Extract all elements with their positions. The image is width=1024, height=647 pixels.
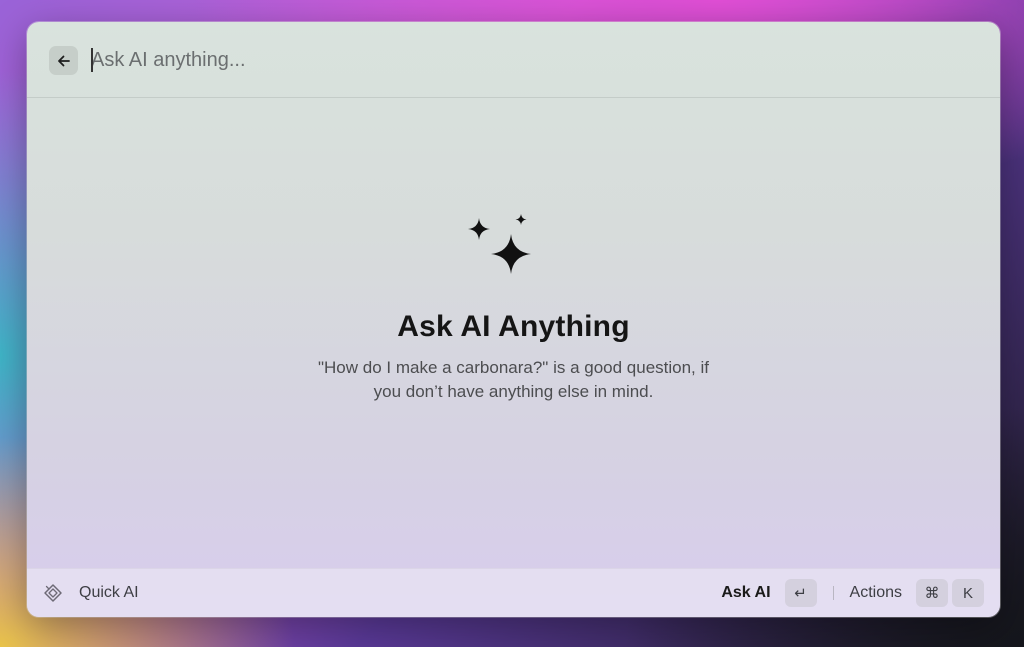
- command-label: Quick AI: [79, 584, 139, 601]
- desktop-background: { "search": { "placeholder": "Ask AI any…: [0, 0, 1024, 647]
- footer-divider: [832, 586, 834, 600]
- arrow-left-icon: [57, 55, 70, 66]
- empty-state-description: "How do I make a carbonara?" is a good q…: [317, 358, 710, 401]
- action-bar: Quick AI Ask AI ↵ Actions ⌘ K: [27, 568, 1000, 617]
- k-key-hint: K: [952, 579, 984, 607]
- raycast-window: Ask AI Anything "How do I make a carbona…: [27, 22, 1000, 617]
- text-caret: [91, 48, 93, 72]
- action-shortcuts: Ask AI ↵ Actions ⌘ K: [721, 569, 984, 617]
- quick-ai-icon: [43, 583, 63, 603]
- ask-ai-button[interactable]: Ask AI: [721, 584, 770, 602]
- back-button[interactable]: [49, 46, 78, 75]
- command-key-hint: ⌘: [916, 579, 948, 607]
- enter-key-hint: ↵: [784, 579, 817, 607]
- empty-state-title: Ask AI Anything: [397, 310, 630, 343]
- search-input[interactable]: [91, 44, 951, 76]
- sparkles-icon: [468, 214, 531, 274]
- current-command: Quick AI: [43, 569, 139, 617]
- empty-state: Ask AI Anything "How do I make a carbona…: [27, 212, 1000, 404]
- actions-button[interactable]: Actions: [850, 584, 902, 602]
- search-bar: [27, 22, 1000, 98]
